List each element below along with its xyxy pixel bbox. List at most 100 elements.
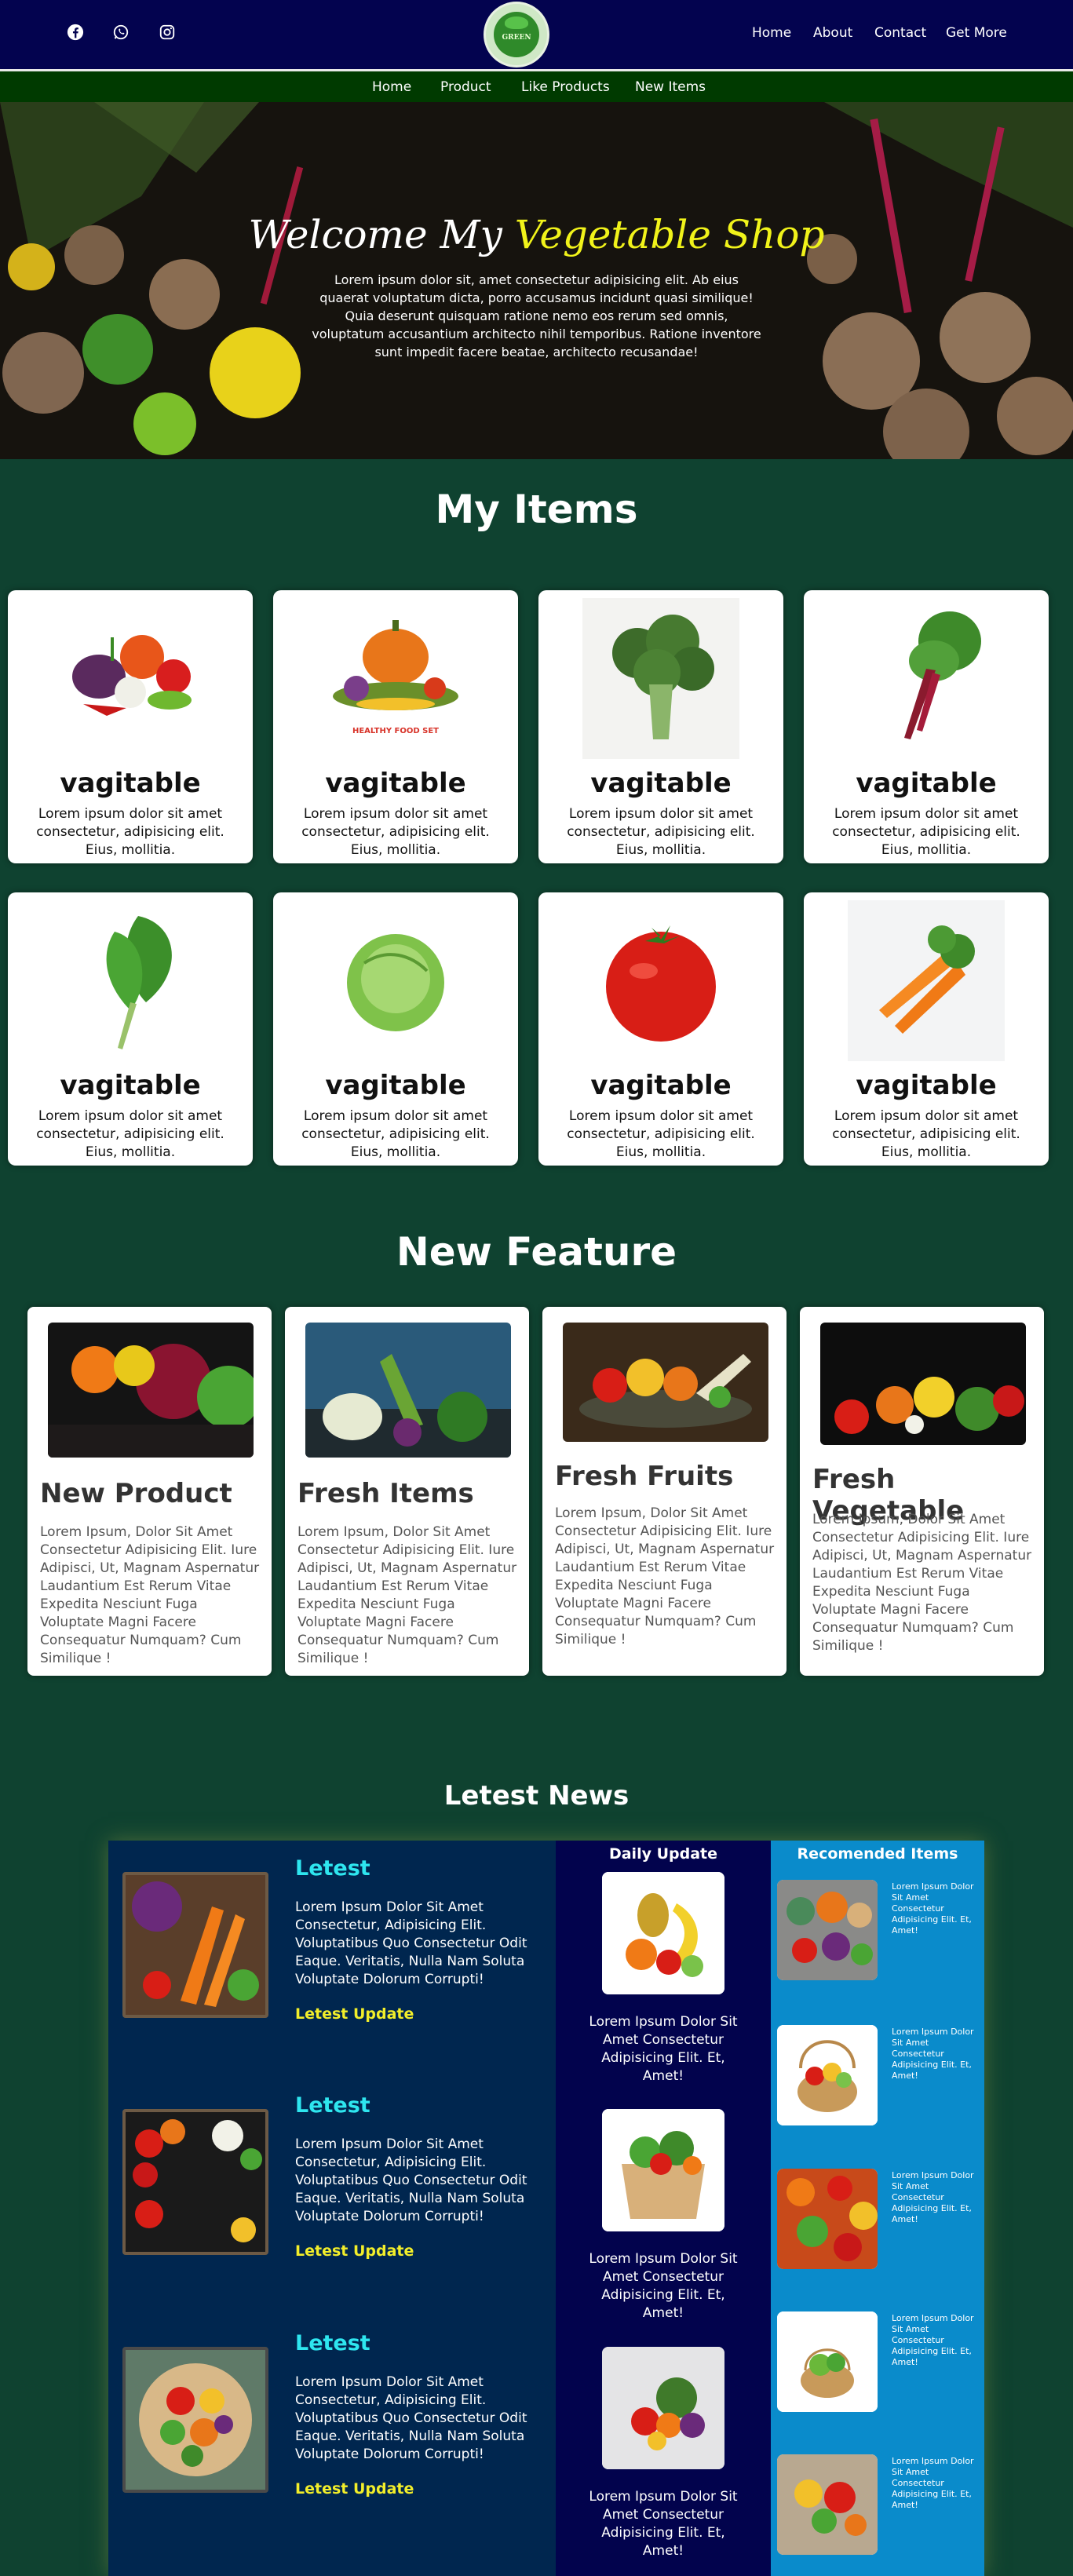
- recommended-items-column: Recomended Items Lorem Ipsum Dolor Sit A…: [771, 1841, 984, 2576]
- vegetable-bowl-image: [126, 2350, 265, 2490]
- cabbage-image: [347, 934, 444, 1031]
- broccoli-image: [582, 598, 739, 759]
- vegetable-pile-image: [602, 2347, 724, 2469]
- latest-update-link[interactable]: Letest Update: [295, 2480, 414, 2498]
- feature-description: Lorem Ipsum, Dolor Sit Amet Consectetur …: [555, 1505, 775, 1647]
- news-thumbnail[interactable]: [122, 1872, 268, 2018]
- vegetable-box-image: [602, 2109, 724, 2231]
- recommended-item-text: Lorem Ipsum Dolor Sit Amet Consectetur A…: [892, 2313, 974, 2367]
- recommended-item-text: Lorem Ipsum Dolor Sit Amet Consectetur A…: [892, 1881, 974, 1936]
- pumpkin-basket-image: HEALTHY FOOD SET: [333, 620, 458, 735]
- item-card[interactable]: vagitable Lorem ipsum dolor sit amet con…: [538, 590, 783, 863]
- feature-title: Fresh Fruits: [555, 1461, 734, 1492]
- fresh-fruits-image: [563, 1323, 768, 1442]
- news-thumbnail[interactable]: [122, 2109, 268, 2255]
- recommended-item-image[interactable]: [777, 2025, 878, 2125]
- feature-card[interactable]: Fresh Vegetable Lorem Ipsum, Dolor Sit A…: [800, 1307, 1044, 1676]
- news-text: Lorem Ipsum Dolor Sit Amet Consectetur, …: [295, 2136, 527, 2224]
- nav-home[interactable]: Home: [752, 25, 791, 41]
- daily-update-text: Lorem Ipsum Dolor Sit Amet Consectetur A…: [589, 2489, 738, 2559]
- fresh-items-image: [305, 1323, 511, 1458]
- feature-description: Lorem Ipsum, Dolor Sit Amet Consectetur …: [40, 1524, 260, 1666]
- item-image-caption: HEALTHY FOOD SET: [352, 727, 439, 735]
- item-description: Lorem ipsum dolor sit amet consectetur, …: [36, 1108, 224, 1160]
- item-name: vagitable: [60, 1070, 201, 1101]
- hero-title: Welcome My Vegetable Shop: [0, 212, 1073, 257]
- news-thumbnail[interactable]: [122, 2347, 268, 2493]
- subnav-product[interactable]: Product: [440, 79, 491, 95]
- mixed-vegetables-image: [72, 635, 192, 716]
- item-name: vagitable: [325, 1070, 466, 1101]
- subnav-new-items[interactable]: New Items: [635, 79, 706, 95]
- logo-text: GREEN: [502, 34, 531, 42]
- feature-card[interactable]: Fresh Items Lorem Ipsum, Dolor Sit Amet …: [285, 1307, 529, 1676]
- latest-update-link[interactable]: Letest Update: [295, 2242, 414, 2260]
- fruit-assortment-image: [602, 1872, 724, 1994]
- news-section: Letest Lorem Ipsum Dolor Sit Amet Consec…: [108, 1841, 984, 2576]
- nav-contact[interactable]: Contact: [874, 25, 926, 41]
- item-description: Lorem ipsum dolor sit amet consectetur, …: [301, 1108, 490, 1160]
- daily-update-image[interactable]: [602, 2347, 724, 2469]
- daily-update-image[interactable]: [602, 2109, 724, 2231]
- item-card[interactable]: vagitable Lorem ipsum dolor sit amet con…: [8, 892, 253, 1166]
- facebook-icon[interactable]: [67, 24, 84, 41]
- news-title: Letest: [295, 2331, 370, 2355]
- latest-update-link[interactable]: Letest Update: [295, 2005, 414, 2023]
- subnav-home[interactable]: Home: [372, 79, 411, 95]
- new-product-image: [48, 1323, 254, 1458]
- news-text: Lorem Ipsum Dolor Sit Amet Consectetur, …: [295, 2374, 527, 2462]
- kale-image: [106, 916, 172, 1049]
- hero-banner: Welcome My Vegetable Shop Lorem ipsum do…: [0, 102, 1073, 459]
- tomatoes-image: [126, 2112, 265, 2252]
- mixed-produce-image: [777, 2169, 878, 2269]
- site-logo[interactable]: GREEN: [484, 2, 549, 68]
- recommended-item-image[interactable]: [777, 2311, 878, 2412]
- recommended-item-text: Lorem Ipsum Dolor Sit Amet Consectetur A…: [892, 2027, 974, 2081]
- top-header: GREEN Home About Contact Get More: [0, 0, 1073, 69]
- item-name: vagitable: [856, 1070, 997, 1101]
- item-card[interactable]: vagitable Lorem ipsum dolor sit amet con…: [538, 892, 783, 1166]
- subnav-like-products[interactable]: Like Products: [521, 79, 610, 95]
- instagram-icon[interactable]: [159, 24, 176, 41]
- nav-about[interactable]: About: [813, 25, 852, 41]
- recommended-item-text: Lorem Ipsum Dolor Sit Amet Consectetur A…: [892, 2456, 974, 2510]
- item-card[interactable]: vagitable Lorem ipsum dolor sit amet con…: [8, 590, 253, 863]
- produce-crate-image: [777, 2454, 878, 2555]
- news-articles: Letest Lorem Ipsum Dolor Sit Amet Consec…: [108, 1841, 556, 2576]
- item-description: Lorem ipsum dolor sit amet consectetur, …: [832, 806, 1020, 858]
- feature-description: Lorem Ipsum, Dolor Sit Amet Consectetur …: [297, 1524, 517, 1666]
- item-card[interactable]: vagitable Lorem ipsum dolor sit amet con…: [804, 590, 1049, 863]
- new-feature-title: New Feature: [396, 1229, 677, 1275]
- feature-card[interactable]: Fresh Fruits Lorem Ipsum, Dolor Sit Amet…: [542, 1307, 787, 1676]
- hero-title-main: Welcome My: [248, 212, 502, 257]
- feature-description: Lorem Ipsum, Dolor Sit Amet Consectetur …: [812, 1512, 1032, 1654]
- item-name: vagitable: [325, 768, 466, 799]
- hero-description: Lorem ipsum dolor sit, amet consectetur …: [312, 272, 761, 359]
- item-name: vagitable: [856, 768, 997, 799]
- item-card[interactable]: vagitable Lorem ipsum dolor sit amet con…: [273, 892, 518, 1166]
- nav-get-more[interactable]: Get More: [946, 25, 1007, 41]
- item-card[interactable]: vagitable Lorem ipsum dolor sit amet con…: [804, 892, 1049, 1166]
- daily-update-image[interactable]: [602, 1872, 724, 1994]
- produce-assortment-image: [777, 1880, 878, 1980]
- logo-badge: GREEN: [494, 12, 539, 57]
- recommended-item-image[interactable]: [777, 1880, 878, 1980]
- daily-update-text: Lorem Ipsum Dolor Sit Amet Consectetur A…: [589, 2251, 738, 2321]
- item-card[interactable]: HEALTHY FOOD SET vagitable Lorem ipsum d…: [273, 590, 518, 863]
- daily-update-title: Daily Update: [608, 1845, 718, 1863]
- daily-update-text: Lorem Ipsum Dolor Sit Amet Consectetur A…: [589, 2014, 738, 2084]
- carrot-bunch-image: [126, 1875, 265, 2015]
- my-items-title: My Items: [435, 487, 638, 532]
- whatsapp-icon[interactable]: [112, 24, 130, 41]
- recommended-item-image[interactable]: [777, 2454, 878, 2555]
- fresh-vegetable-image: [820, 1323, 1026, 1445]
- item-name: vagitable: [60, 768, 201, 799]
- feature-card[interactable]: New Product Lorem Ipsum, Dolor Sit Amet …: [27, 1307, 272, 1676]
- latest-news-title: Letest News: [443, 1780, 630, 1812]
- item-description: Lorem ipsum dolor sit amet consectetur, …: [301, 806, 490, 858]
- item-description: Lorem ipsum dolor sit amet consectetur, …: [567, 806, 755, 858]
- item-name: vagitable: [590, 768, 732, 799]
- beet-greens-image: [904, 611, 981, 739]
- recommended-item-image[interactable]: [777, 2169, 878, 2269]
- news-text: Lorem Ipsum Dolor Sit Amet Consectetur, …: [295, 1899, 527, 1987]
